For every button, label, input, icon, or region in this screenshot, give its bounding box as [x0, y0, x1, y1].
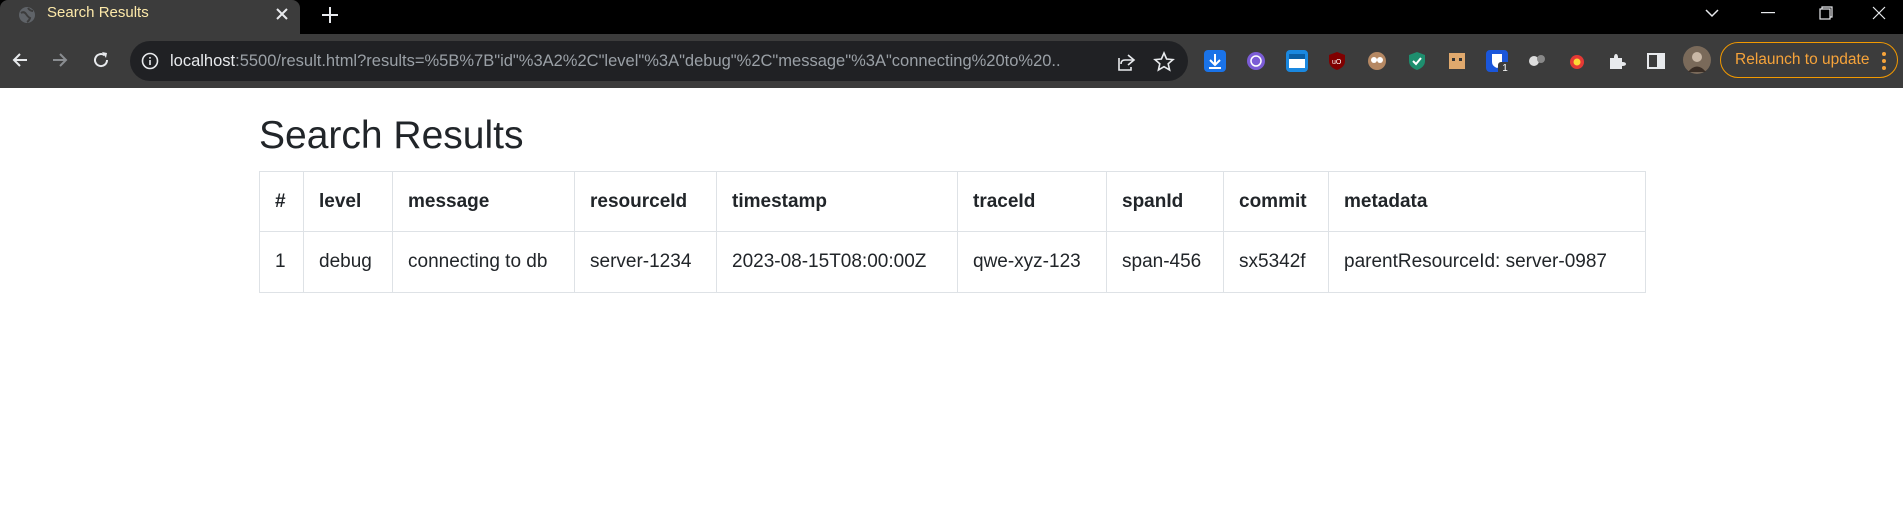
close-tab-icon[interactable]	[272, 4, 292, 24]
window-extension-icon[interactable]	[1286, 50, 1308, 72]
face-extension-icon[interactable]	[1446, 50, 1468, 72]
bookmark-star-icon[interactable]	[1152, 50, 1176, 74]
back-arrow-icon[interactable]	[6, 46, 34, 74]
pawn-extension-icon[interactable]	[1526, 50, 1548, 72]
column-header: level	[303, 171, 393, 232]
browser-toolbar: localhost:5500/result.html?results=%5B%7…	[0, 34, 1903, 88]
owl-extension-icon[interactable]	[1366, 50, 1388, 72]
relaunch-to-update-button[interactable]: Relaunch to update	[1720, 42, 1898, 78]
table-cell: parentResourceId: server-0987	[1328, 231, 1646, 293]
ublock-shield-icon[interactable]: uO	[1326, 50, 1348, 72]
table-cell: server-1234	[574, 231, 717, 293]
download-extension-icon[interactable]	[1204, 50, 1226, 72]
table-cell: 2023-08-15T08:00:00Z	[716, 231, 958, 293]
tab-strip: Search Results	[0, 0, 1903, 34]
table-cell: sx5342f	[1223, 231, 1329, 293]
column-header: commit	[1223, 171, 1329, 232]
column-header: traceId	[957, 171, 1107, 232]
close-window-icon[interactable]	[1855, 0, 1903, 26]
table-cell: 1	[259, 231, 304, 293]
page-content: Search Results # level message resourceI…	[0, 88, 1903, 532]
browser-tab[interactable]: Search Results	[0, 0, 300, 34]
restore-icon[interactable]	[1802, 0, 1850, 26]
globe-extension-icon[interactable]	[1245, 50, 1267, 72]
share-icon[interactable]	[1114, 50, 1138, 74]
address-bar[interactable]: localhost:5500/result.html?results=%5B%7…	[130, 41, 1188, 81]
table-cell: connecting to db	[392, 231, 575, 293]
url-text[interactable]: localhost:5500/result.html?results=%5B%7…	[170, 41, 1060, 81]
url-path: :5500/result.html?results=%5B%7B"id"%3A2…	[235, 52, 1060, 70]
column-header: #	[259, 171, 304, 232]
page-title: Search Results	[259, 114, 524, 157]
column-header: resourceId	[574, 171, 717, 232]
minimize-icon[interactable]	[1744, 0, 1792, 26]
column-header: spanId	[1106, 171, 1224, 232]
reload-icon[interactable]	[87, 46, 115, 74]
side-panel-icon[interactable]	[1645, 50, 1667, 72]
new-tab-icon[interactable]	[318, 3, 342, 27]
globe-icon	[19, 7, 35, 23]
forward-arrow-icon[interactable]	[46, 46, 74, 74]
table-row: 1 debug connecting to db server-1234 202…	[259, 231, 1646, 293]
shield-check-extension-icon[interactable]	[1406, 50, 1428, 72]
puzzle-extensions-icon[interactable]	[1605, 50, 1627, 72]
menu-kebab-icon[interactable]	[1875, 46, 1893, 76]
table-cell: span-456	[1106, 231, 1224, 293]
extension-badge: 1	[1498, 62, 1512, 76]
results-table: # level message resourceId timestamp tra…	[259, 171, 1646, 293]
svg-text:uO: uO	[1332, 59, 1342, 66]
profile-avatar[interactable]	[1683, 46, 1711, 74]
site-info-icon[interactable]	[140, 51, 160, 71]
column-header: metadata	[1328, 171, 1646, 232]
column-header: timestamp	[716, 171, 958, 232]
url-host: localhost	[170, 52, 236, 70]
tab-title: Search Results	[47, 4, 149, 21]
badge-extension-icon[interactable]	[1566, 50, 1588, 72]
tab-search-chevron-icon[interactable]	[1688, 0, 1736, 26]
table-cell: debug	[303, 231, 393, 293]
table-cell: qwe-xyz-123	[957, 231, 1107, 293]
bitwarden-extension-icon[interactable]: 1	[1486, 50, 1512, 76]
column-header: message	[392, 171, 575, 232]
table-header-row: # level message resourceId timestamp tra…	[259, 171, 1646, 232]
